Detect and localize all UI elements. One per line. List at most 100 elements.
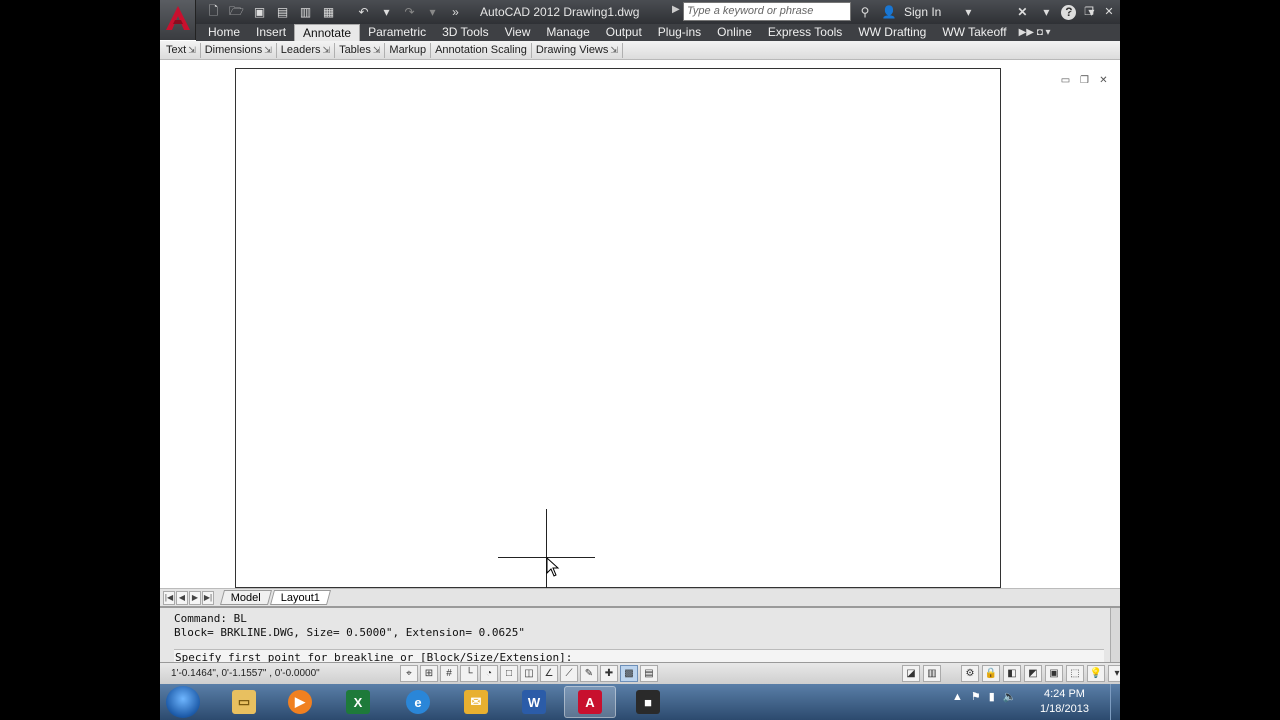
- tab-insert[interactable]: Insert: [248, 24, 294, 41]
- volume-icon[interactable]: 🔈: [1003, 690, 1017, 703]
- exchange-icon[interactable]: ✕: [1013, 3, 1031, 21]
- search-expand-icon[interactable]: ▶: [672, 4, 680, 15]
- command-scrollbar[interactable]: [1110, 608, 1120, 664]
- hardware-acceleration-icon[interactable]: ◧: [1003, 665, 1021, 682]
- application-menu-button[interactable]: [160, 0, 196, 40]
- restore-icon[interactable]: ❐: [1082, 3, 1096, 19]
- tab-view[interactable]: View: [497, 24, 539, 41]
- network-icon[interactable]: ▮: [989, 690, 995, 703]
- ribbon-more-tabs-icon[interactable]: ▶▶ ◘ ▾: [1015, 27, 1055, 38]
- tab-manage[interactable]: Manage: [538, 24, 597, 41]
- plot-icon[interactable]: ▥: [296, 3, 315, 21]
- panel-annotation-scaling[interactable]: Annotation Scaling: [431, 42, 532, 58]
- flag-icon[interactable]: ⚑: [971, 690, 981, 703]
- tab-online[interactable]: Online: [709, 24, 760, 41]
- quick-properties-icon[interactable]: ▤: [640, 665, 658, 682]
- show-desktop-button[interactable]: [1110, 684, 1120, 720]
- taskbar-excel[interactable]: X: [332, 686, 384, 718]
- panel-markup[interactable]: Markup: [385, 42, 432, 58]
- polar-tracking-icon[interactable]: ◔: [480, 665, 498, 682]
- autocad-icon: A: [578, 690, 602, 714]
- infer-constraints-icon[interactable]: ⌖: [400, 665, 418, 682]
- taskbar-camtasia[interactable]: ■: [622, 686, 674, 718]
- tab-home[interactable]: Home: [200, 24, 248, 41]
- tab-express-tools[interactable]: Express Tools: [760, 24, 850, 41]
- qat-overflow-icon[interactable]: »: [446, 3, 465, 21]
- taskbar-internet-explorer[interactable]: e: [392, 686, 444, 718]
- object-snap-tracking-icon[interactable]: ∠: [540, 665, 558, 682]
- panel-text[interactable]: Text ⇲: [162, 42, 201, 58]
- workspace-switching-icon[interactable]: ⚙: [961, 665, 979, 682]
- 3d-object-snap-icon[interactable]: ◫: [520, 665, 538, 682]
- search-input[interactable]: Type a keyword or phrase: [683, 2, 851, 21]
- taskbar-media-player[interactable]: ▶: [274, 686, 326, 718]
- sign-in-link[interactable]: Sign In: [904, 5, 941, 19]
- status-menu-icon[interactable]: ▾: [1108, 665, 1120, 682]
- taskbar-autocad[interactable]: A: [564, 686, 616, 718]
- tab-parametric[interactable]: Parametric: [360, 24, 434, 41]
- print-icon[interactable]: ▦: [319, 3, 338, 21]
- tab-3d-tools[interactable]: 3D Tools: [434, 24, 496, 41]
- dynamic-ucs-icon[interactable]: ⟋: [560, 665, 578, 682]
- save-icon[interactable]: ▣: [250, 3, 269, 21]
- lock-icon[interactable]: 🔒: [982, 665, 1000, 682]
- redo-dropdown-icon[interactable]: ▾: [423, 3, 442, 21]
- quick-access-toolbar: 🗋 🗁 ▣ ▤ ▥ ▦ ↶ ▾ ↷ ▾ »: [204, 3, 465, 21]
- drawing-restore-icon[interactable]: ❐: [1078, 74, 1091, 86]
- quick-view-icon[interactable]: ▥: [923, 665, 941, 682]
- open-icon[interactable]: 🗁: [227, 3, 246, 21]
- minimize-icon[interactable]: ─: [1062, 3, 1076, 19]
- coordinate-readout[interactable]: 1'-0.1464", 0'-1.1557" , 0'-0.0000": [171, 668, 320, 679]
- tab-model[interactable]: Model: [219, 590, 272, 605]
- light-bulb-icon[interactable]: 💡: [1087, 665, 1105, 682]
- taskbar-clock[interactable]: 4:24 PM 1/18/2013: [1040, 687, 1089, 717]
- transparency-icon[interactable]: ▩: [620, 665, 638, 682]
- clean-screen-icon[interactable]: ⬚: [1066, 665, 1084, 682]
- taskbar-explorer[interactable]: ▭: [218, 686, 270, 718]
- taskbar-word[interactable]: W: [508, 686, 560, 718]
- excel-icon: X: [346, 690, 370, 714]
- close-icon[interactable]: ✕: [1102, 3, 1116, 19]
- drawing-area[interactable]: ▭ ❐ ✕: [160, 60, 1120, 589]
- tab-output[interactable]: Output: [598, 24, 650, 41]
- undo-dropdown-icon[interactable]: ▾: [377, 3, 396, 21]
- tab-layout1[interactable]: Layout1: [269, 590, 332, 605]
- model-space-icon[interactable]: ◪: [902, 665, 920, 682]
- snap-mode-icon[interactable]: ⊞: [420, 665, 438, 682]
- panel-expand-icon: ⇲: [264, 44, 272, 55]
- annotation-monitor-icon[interactable]: ▣: [1045, 665, 1063, 682]
- next-layout-icon[interactable]: ▶: [189, 590, 201, 605]
- object-snap-icon[interactable]: □: [500, 665, 518, 682]
- saveas-icon[interactable]: ▤: [273, 3, 292, 21]
- panel-drawing-views[interactable]: Drawing Views ⇲: [532, 42, 623, 58]
- drawing-minimize-icon[interactable]: ▭: [1059, 74, 1072, 86]
- panel-dimensions[interactable]: Dimensions ⇲: [201, 42, 277, 58]
- grid-display-icon[interactable]: #: [440, 665, 458, 682]
- start-button[interactable]: [166, 686, 200, 718]
- clock-date: 1/18/2013: [1040, 703, 1089, 715]
- tab-plug-ins[interactable]: Plug-ins: [650, 24, 709, 41]
- tab-annotate[interactable]: Annotate: [294, 24, 361, 41]
- last-layout-icon[interactable]: ▶|: [202, 590, 214, 605]
- binoculars-icon[interactable]: ⚲: [856, 3, 874, 21]
- sign-in-dropdown-icon[interactable]: ▾: [959, 3, 977, 21]
- new-icon[interactable]: 🗋: [204, 3, 223, 21]
- user-icon[interactable]: 👤: [880, 3, 898, 21]
- panel-leaders[interactable]: Leaders ⇲: [277, 42, 336, 58]
- lineweight-icon[interactable]: ✚: [600, 665, 618, 682]
- drawing-close-icon[interactable]: ✕: [1097, 74, 1110, 86]
- tab-ww-drafting[interactable]: WW Drafting: [850, 24, 934, 41]
- isolate-objects-icon[interactable]: ◩: [1024, 665, 1042, 682]
- taskbar-outlook[interactable]: ✉: [450, 686, 502, 718]
- exchange-dropdown-icon[interactable]: ▾: [1037, 3, 1055, 21]
- undo-icon[interactable]: ↶: [354, 3, 373, 21]
- ortho-mode-icon[interactable]: └: [460, 665, 478, 682]
- redo-icon[interactable]: ↷: [400, 3, 419, 21]
- tab-ww-takeoff[interactable]: WW Takeoff: [934, 24, 1014, 41]
- dynamic-input-icon[interactable]: ✎: [580, 665, 598, 682]
- prev-layout-icon[interactable]: ◀: [176, 590, 188, 605]
- tray-expand-icon[interactable]: ▲: [952, 691, 963, 703]
- layout-paper-sheet[interactable]: [235, 68, 1001, 588]
- first-layout-icon[interactable]: |◀: [163, 590, 175, 605]
- panel-tables[interactable]: Tables ⇲: [335, 42, 386, 58]
